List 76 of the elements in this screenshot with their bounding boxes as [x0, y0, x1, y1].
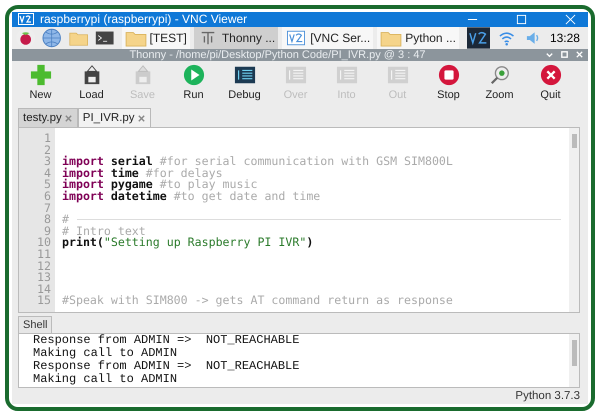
taskbar-button[interactable]: Python ...: [377, 26, 459, 49]
line-number: 7: [43, 202, 52, 214]
stop-icon: [436, 64, 460, 86]
close-icon[interactable]: [136, 114, 146, 122]
scrollbar[interactable]: [569, 128, 579, 312]
code-token: #for serial communication with GSM SIM800L: [160, 156, 453, 168]
shell-panel[interactable]: Response from ADMIN => NOT_REACHABLE Making call to ADMIN Response from ADMIN => NOT_REACHABLE Making call to ADMIN: [18, 333, 580, 388]
line-number: 15: [36, 295, 52, 307]
taskbar-button[interactable]: Thonny ...: [194, 26, 278, 49]
line-number: 11: [36, 248, 52, 261]
line-number: 6: [43, 190, 52, 203]
code-token: #to play music: [160, 179, 258, 191]
code-token: #for delays: [146, 168, 223, 180]
code-token: # Intro text: [62, 226, 146, 238]
clock-text: 13:28: [550, 30, 580, 45]
toolbar-button[interactable]: New: [18, 64, 63, 104]
taskbar-button[interactable]: [TEST]: [122, 26, 190, 49]
code-editor[interactable]: [18, 127, 580, 313]
code-token: import: [62, 179, 104, 191]
shell-output-line: Response from ADMIN => NOT_REACHABLE: [33, 360, 300, 373]
vnc-logo-icon: [285, 28, 308, 47]
code-token: import: [62, 156, 104, 168]
code-token: ): [306, 237, 314, 249]
status-text: Python 3.7.3: [515, 390, 580, 402]
toolbar-button[interactable]: Stop: [426, 64, 471, 104]
maximize-icon[interactable]: [560, 50, 570, 60]
chevron-down-icon[interactable]: [545, 50, 554, 60]
plus-icon: [28, 64, 52, 86]
line-number: 9: [44, 226, 52, 238]
list-icon: [334, 64, 358, 86]
globe-icon[interactable]: [42, 28, 62, 48]
line-number: 2: [43, 144, 52, 156]
code-token: serial: [110, 156, 153, 168]
code-token: #to get date and time: [174, 190, 320, 203]
close-icon: [538, 64, 562, 86]
line-number: 13: [36, 272, 52, 284]
line-number: 12: [36, 260, 52, 272]
toolbar-button[interactable]: Zoom: [477, 64, 522, 104]
shell-output-line: Making call to ADMIN: [33, 347, 178, 360]
code-token: import: [62, 168, 104, 180]
line-number: 14: [36, 284, 52, 296]
line-number: 5: [43, 179, 52, 191]
code-token: datetime: [110, 190, 168, 203]
toolbar-button[interactable]: Quit: [528, 64, 573, 104]
shell-tab[interactable]: Shell: [18, 316, 52, 333]
list-icon: [284, 64, 308, 86]
vnc-logo-icon: [18, 13, 34, 26]
window-title: Thonny - /home/pi/Desktop/Python Code/PI_IVR.py @ 3 : 47: [129, 48, 426, 61]
list-icon: [232, 64, 256, 86]
line-number: 4: [43, 168, 52, 180]
close-icon[interactable]: [64, 114, 73, 122]
code-token: #Speak with SIM800 -> gets AT command return as response: [62, 295, 453, 307]
vnc-logo-icon[interactable]: [466, 26, 490, 49]
toolbar-button[interactable]: Load: [69, 64, 114, 104]
maximize-icon[interactable]: [516, 14, 527, 25]
toolbar-button[interactable]: Run: [171, 64, 216, 104]
code-token: time: [110, 168, 140, 180]
shell-output-line: Response from ADMIN => NOT_REACHABLE: [33, 334, 300, 347]
code-token: #: [62, 214, 69, 226]
line-number: 1: [43, 133, 52, 145]
play-icon: [182, 64, 206, 86]
code-token: pygame: [110, 179, 153, 191]
scrollbar[interactable]: [569, 334, 579, 387]
shell-output-line: Making call to ADMIN: [33, 373, 178, 386]
line-number: 3: [43, 156, 52, 168]
window-title: raspberrypi (raspberrypi) - VNC Viewer: [40, 12, 248, 26]
code-token: import: [62, 190, 104, 203]
toolbar-button[interactable]: Debug: [222, 64, 267, 104]
editor-tab[interactable]: testy.py: [18, 108, 78, 127]
editor-tab[interactable]: PI_IVR.py: [78, 108, 151, 127]
taskbar-button[interactable]: [VNC Ser...: [282, 26, 374, 49]
list-icon: [386, 64, 410, 86]
line-number: 8: [43, 214, 52, 226]
line-number: 10: [36, 237, 52, 249]
code-token: "Setting up Raspberry PI IVR": [104, 237, 306, 249]
code-token: print(: [62, 237, 104, 249]
